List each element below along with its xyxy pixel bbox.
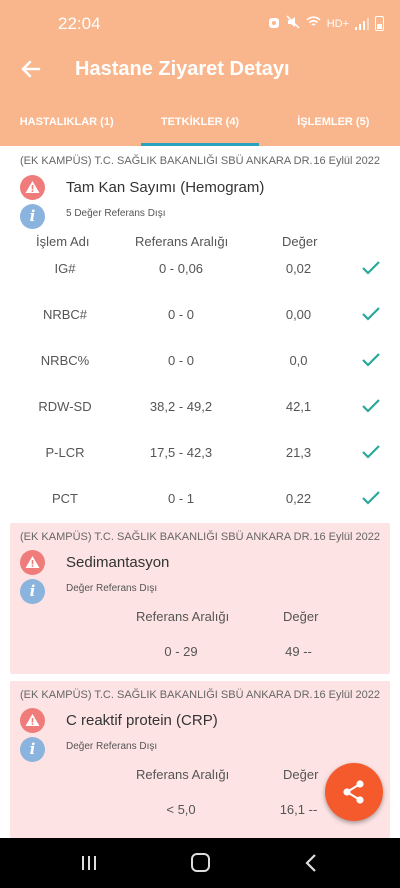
column-header-range: Referans Aralığı xyxy=(135,234,229,249)
check-icon xyxy=(361,260,381,276)
battery-icon xyxy=(375,16,384,31)
row-value: 0,02 xyxy=(285,261,312,276)
test-card-sedimentation[interactable]: (EK KAMPÜS) T.C. SAĞLIK BAKANLIĞI SBÜ AN… xyxy=(10,523,390,674)
wifi-icon xyxy=(306,16,321,31)
row-name: NRBC# xyxy=(42,307,88,322)
row-name: PCT xyxy=(52,491,78,506)
card-hospital: (EK KAMPÜS) T.C. SAĞLIK BAKANLIĞI SBÜ AN… xyxy=(20,689,313,701)
card-hospital: (EK KAMPÜS) T.C. SAĞLIK BAKANLIĞI SBÜ AN… xyxy=(20,531,313,543)
status-time: 22:04 xyxy=(58,14,101,33)
column-header-value: Değer xyxy=(283,609,319,624)
row-range: 17,5 - 42,3 xyxy=(149,445,213,460)
row-value: 49 -- xyxy=(285,644,312,659)
row-value: 0,00 xyxy=(285,307,312,322)
warning-icon xyxy=(20,175,45,200)
status-bar: 22:04 HD+ xyxy=(0,0,400,48)
arrow-left-icon[interactable] xyxy=(18,56,44,82)
row-name: IG# xyxy=(54,261,76,276)
network-label: HD+ xyxy=(326,17,349,30)
row-range: 0 - 29 xyxy=(164,644,198,659)
card-date: 16 Eylül 2022 xyxy=(313,155,380,167)
check-icon xyxy=(361,398,381,414)
column-header-value: Değer xyxy=(283,767,319,782)
tab-diseases[interactable]: HASTALIKLAR (1) xyxy=(0,104,133,146)
info-icon: i xyxy=(20,204,45,229)
row-range: 0 - 0 xyxy=(167,307,194,322)
info-icon: i xyxy=(20,737,45,762)
out-of-range-note: Değer Referans Dışı xyxy=(66,741,158,752)
column-header-value: Değer xyxy=(282,234,318,249)
test-name: C reaktif protein (CRP) xyxy=(66,712,218,729)
page-title: Hastane Ziyaret Detayı xyxy=(75,58,290,80)
back-icon[interactable] xyxy=(304,853,318,873)
column-header-name: İşlem Adı xyxy=(36,234,90,249)
row-range: 0 - 0 xyxy=(167,353,194,368)
row-value: 16,1 -- xyxy=(279,802,318,817)
row-name: NRBC% xyxy=(40,353,90,368)
check-icon xyxy=(361,444,381,460)
column-header-range: Referans Aralığı xyxy=(136,767,230,782)
row-value: 42,1 xyxy=(285,399,312,414)
tab-bar: HASTALIKLAR (1) TETKİKLER (4) İŞLEMLER (… xyxy=(0,104,400,146)
status-icons: HD+ xyxy=(268,15,384,32)
check-icon xyxy=(361,352,381,368)
row-name: RDW-SD xyxy=(38,399,92,414)
card-date: 16 Eylül 2022 xyxy=(313,689,380,701)
info-icon: i xyxy=(20,579,45,604)
column-header-range: Referans Aralığı xyxy=(136,609,230,624)
check-icon xyxy=(361,490,381,506)
check-icon xyxy=(361,306,381,322)
test-card-hemogram[interactable]: (EK KAMPÜS) T.C. SAĞLIK BAKANLIĞI SBÜ AN… xyxy=(0,146,400,518)
row-range: 0 - 1 xyxy=(167,491,194,506)
row-range: 38,2 - 49,2 xyxy=(149,399,213,414)
tab-procedures[interactable]: İŞLEMLER (5) xyxy=(267,104,400,146)
card-date: 16 Eylül 2022 xyxy=(313,531,380,543)
signal-icon xyxy=(355,17,369,30)
test-name: Tam Kan Sayımı (Hemogram) xyxy=(66,179,265,196)
test-name: Sedimantasyon xyxy=(66,554,170,571)
home-icon[interactable] xyxy=(191,853,210,872)
warning-icon xyxy=(20,550,45,575)
row-value: 21,3 xyxy=(285,445,312,460)
row-name: P-LCR xyxy=(45,445,85,460)
row-range: 0 - 0,06 xyxy=(158,261,204,276)
out-of-range-note: 5 Değer Referans Dışı xyxy=(66,208,166,219)
alarm-icon xyxy=(268,15,280,32)
system-nav-bar xyxy=(0,838,400,888)
tab-tests[interactable]: TETKİKLER (4) xyxy=(133,104,266,146)
out-of-range-note: Değer Referans Dışı xyxy=(66,583,158,594)
row-value: 0,22 xyxy=(285,491,312,506)
toolbar: Hastane Ziyaret Detayı xyxy=(0,48,400,96)
row-range: < 5,0 xyxy=(166,802,196,817)
share-button[interactable] xyxy=(325,763,383,821)
warning-icon xyxy=(20,708,45,733)
recent-apps-icon[interactable] xyxy=(80,855,98,871)
app-header: 22:04 HD+ Hastane Ziyaret Detayı HASTALI… xyxy=(0,0,400,146)
card-hospital: (EK KAMPÜS) T.C. SAĞLIK BAKANLIĞI SBÜ AN… xyxy=(20,155,313,167)
row-value: 0,0 xyxy=(289,353,308,368)
share-icon xyxy=(343,780,364,804)
mute-icon xyxy=(286,15,300,32)
